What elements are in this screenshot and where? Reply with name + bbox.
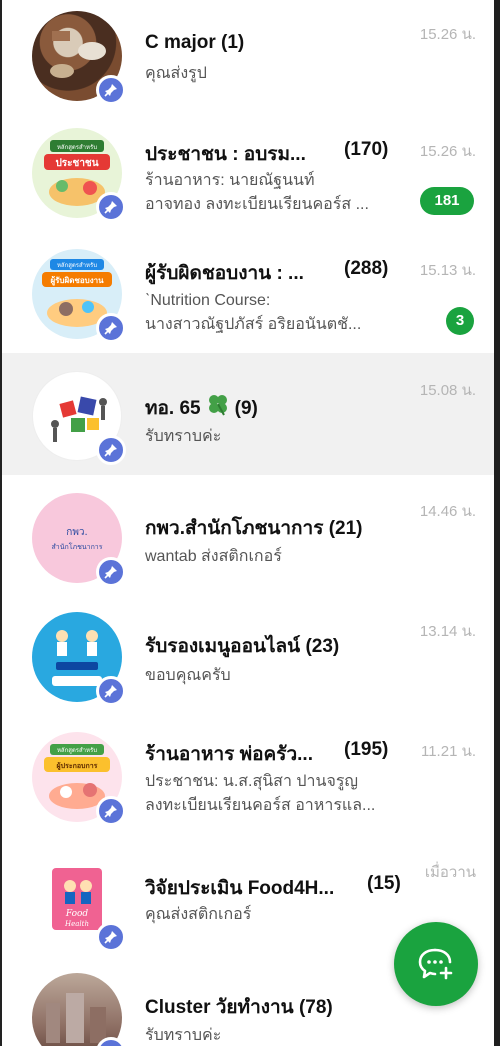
chat-preview: คุณส่งรูป: [145, 65, 207, 82]
new-chat-button[interactable]: [394, 922, 478, 1006]
chat-name: วิจัยประเมิน Food4H...: [145, 878, 335, 899]
chat-item-restaurant-chef[interactable]: หลักสูตรสำหรับ ผู้ประกอบการ ร้านอาหาร พ่…: [2, 715, 494, 845]
chat-time: 14.46 น.: [419, 503, 476, 520]
avatar-label: หลักสูตรสำหรับ: [57, 144, 97, 151]
chat-time: 15.13 น.: [419, 262, 476, 279]
chat-count: (15): [367, 873, 401, 894]
unread-badge: 181: [420, 187, 474, 215]
chat-name: ประชาชน : อบรม...: [145, 144, 306, 165]
pin-icon: [96, 192, 126, 222]
chat-preview: ร้านอาหาร: นายณัฐนนท์ อาจทอง ลงทะเบียนเร…: [145, 172, 369, 213]
chat-count: (170): [344, 139, 389, 160]
avatar-label: หลักสูตรสำหรับ: [57, 262, 97, 269]
pin-icon: [96, 557, 126, 587]
chat-preview: รับทราบค่ะ: [145, 428, 222, 445]
avatar: กพว. สำนักโภชนาการ: [32, 493, 126, 587]
chat-preview: รับทราบค่ะ: [145, 1027, 222, 1044]
avatar-label: หลักสูตรสำหรับ: [57, 747, 97, 754]
avatar-label: ผู้ประกอบการ: [57, 761, 98, 771]
chat-preview: ประชาชน: น.ส.สุนิสา ปานจรูญ ลงทะเบียนเรี…: [145, 773, 376, 814]
chat-preview: wantab ส่งสติกเกอร์: [145, 548, 282, 565]
pin-icon: [96, 435, 126, 465]
chat-name: รับรองเมนูออนไลน์ (23): [145, 636, 340, 657]
new-chat-icon: [418, 948, 453, 980]
chat-item-c-major[interactable]: C major (1) คุณส่งรูป 15.26 น.: [2, 0, 494, 112]
chat-count: (288): [344, 258, 389, 279]
chat-name: ร้านอาหาร พ่อครัว...: [145, 744, 313, 765]
chat-list: C major (1) คุณส่งรูป 15.26 น. หลักสูตรส…: [2, 0, 494, 1046]
chat-item-public-training[interactable]: หลักสูตรสำหรับ ประชาชน ประชาชน : อบรม...…: [2, 112, 494, 231]
unread-badge: 3: [446, 307, 474, 335]
pin-icon: [96, 796, 126, 826]
chat-name: ทอ. 65 (9): [145, 393, 258, 423]
avatar: [32, 11, 126, 105]
avatar: หลักสูตรสำหรับ ผู้รับผิดชอบงาน: [32, 249, 126, 343]
chat-item-to-65[interactable]: ทอ. 65 (9) รับทราบค่ะ 15.08 น.: [2, 353, 494, 475]
chat-time: 11.21 น.: [420, 743, 476, 760]
avatar: หลักสูตรสำหรับ ผู้ประกอบการ: [32, 732, 126, 826]
chat-item-nutrition-bureau[interactable]: กพว. สำนักโภชนาการ กพว.สำนักโภชนาการ (21…: [2, 475, 494, 597]
avatar: [32, 371, 126, 465]
avatar-label: ผู้รับผิดชอบงาน: [50, 275, 104, 286]
pin-icon: [96, 676, 126, 706]
avatar-label: ประชาชน: [55, 157, 98, 169]
avatar-label: กพว.: [66, 527, 87, 538]
chat-time: 15.26 น.: [419, 143, 476, 160]
chat-preview: ˋNutrition Course: นางสาวณัฐปภัสร์ อริยอ…: [145, 292, 362, 333]
avatar: [32, 612, 126, 706]
pin-icon: [96, 313, 126, 343]
chat-time: 13.14 น.: [419, 623, 476, 640]
avatar-label: Food: [65, 909, 89, 919]
chat-name: C major (1): [145, 32, 245, 53]
avatar-label: สำนักโภชนาการ: [52, 542, 103, 551]
chat-item-online-menu[interactable]: รับรองเมนูออนไลน์ (23) ขอบคุณครับ 13.14 …: [2, 597, 494, 715]
chat-preview: คุณส่งสติกเกอร์: [145, 906, 252, 923]
avatar: [32, 973, 126, 1046]
chat-name: ผู้รับผิดชอบงาน : ...: [145, 263, 304, 284]
avatar: Food Health: [32, 858, 126, 952]
avatar: หลักสูตรสำหรับ ประชาชน: [32, 128, 126, 222]
chat-item-staff[interactable]: หลักสูตรสำหรับ ผู้รับผิดชอบงาน ผู้รับผิด…: [2, 231, 494, 353]
chat-count: (195): [344, 739, 389, 760]
chat-name: กพว.สำนักโภชนาการ (21): [145, 518, 363, 539]
four-leaf-clover-icon: [208, 395, 227, 416]
chat-name: Cluster วัยทำงาน (78): [145, 997, 333, 1018]
chat-time: 15.26 น.: [419, 26, 476, 43]
chat-preview: ขอบคุณครับ: [145, 667, 231, 684]
chat-time: 15.08 น.: [419, 382, 476, 399]
scrollbar[interactable]: [494, 0, 500, 1046]
pin-icon: [96, 75, 126, 105]
avatar-label: Health: [64, 920, 89, 928]
pin-icon: [96, 922, 126, 952]
chat-time: เมื่อวาน: [424, 864, 476, 881]
